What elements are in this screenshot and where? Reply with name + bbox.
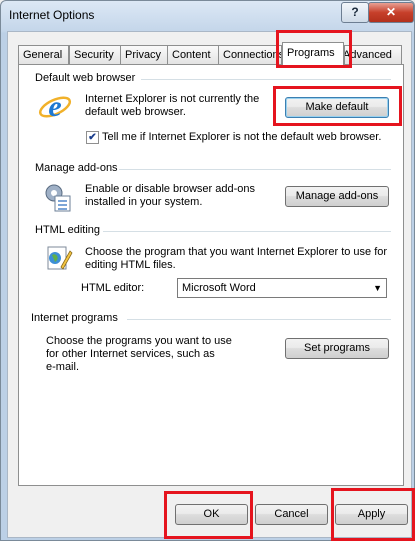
tab-general[interactable]: General (18, 45, 69, 64)
browser-status-line1: Internet Explorer is not currently the (85, 93, 260, 105)
addons-heading: Manage add-ons (35, 162, 118, 174)
dialog-body: General Security Privacy Content Connect… (7, 31, 412, 538)
html-editor-icon (47, 246, 73, 270)
separator (103, 231, 391, 232)
internet-programs-desc-line2: for other Internet services, such as (46, 348, 215, 360)
internet-programs-desc-line1: Choose the programs you want to use (46, 335, 232, 347)
tab-strip: General Security Privacy Content Connect… (18, 42, 403, 65)
tab-security[interactable]: Security (69, 45, 122, 64)
svg-text:e: e (48, 90, 61, 123)
tab-programs[interactable]: Programs (282, 42, 344, 65)
separator (119, 169, 391, 170)
chevron-down-icon: ▼ (373, 283, 382, 293)
html-editing-desc-line1: Choose the program that you want Interne… (85, 246, 388, 258)
set-programs-button[interactable]: Set programs (285, 338, 389, 359)
separator (141, 79, 391, 80)
browser-status-line2: default web browser. (85, 106, 186, 118)
apply-button[interactable]: Apply (335, 504, 408, 525)
html-editor-value: Microsoft Word (182, 282, 256, 294)
window-title: Internet Options (9, 8, 95, 22)
separator (127, 319, 391, 320)
addons-desc-line2: installed in your system. (85, 196, 203, 208)
help-button[interactable]: ? (341, 2, 369, 23)
programs-panel: Default web browser e Internet Explorer … (18, 64, 404, 486)
tell-me-checkbox[interactable]: ✔ (86, 131, 99, 144)
tab-privacy[interactable]: Privacy (120, 45, 168, 64)
tell-me-label[interactable]: Tell me if Internet Explorer is not the … (102, 131, 381, 144)
tab-advanced[interactable]: Advanced (344, 45, 402, 64)
addons-desc-line1: Enable or disable browser add-ons (85, 183, 255, 195)
manage-addons-button[interactable]: Manage add-ons (285, 186, 389, 207)
close-button[interactable]: ✕ (368, 2, 414, 23)
title-bar[interactable]: Internet Options ? ✕ (1, 1, 414, 31)
internet-programs-desc-line3: e-mail. (46, 361, 80, 373)
addons-gear-icon (45, 184, 71, 212)
html-editing-desc-line2: editing HTML files. (85, 259, 176, 271)
default-browser-heading: Default web browser (35, 72, 136, 84)
html-editor-label: HTML editor: (81, 282, 145, 294)
tab-connections[interactable]: Connections (218, 45, 282, 64)
html-editor-select[interactable]: Microsoft Word ▼ (177, 278, 387, 298)
internet-programs-heading: Internet programs (31, 312, 118, 324)
internet-explorer-icon: e (38, 90, 72, 123)
tab-content[interactable]: Content (167, 45, 220, 64)
make-default-button[interactable]: Make default (285, 97, 389, 118)
html-editing-heading: HTML editing (35, 224, 101, 236)
internet-options-window: Internet Options ? ✕ General Security Pr… (0, 0, 415, 541)
ok-button[interactable]: OK (175, 504, 248, 525)
cancel-button[interactable]: Cancel (255, 504, 328, 525)
